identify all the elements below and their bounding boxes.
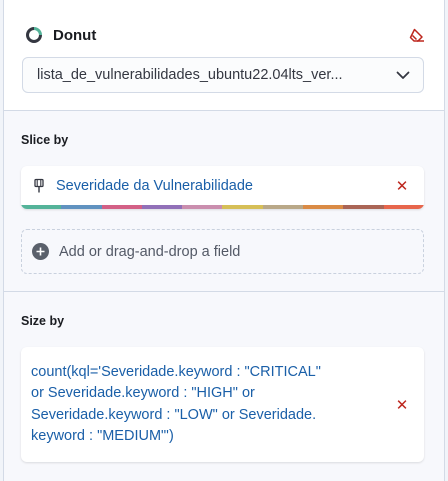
layer-header: Donut lista_de_vulnerabilidades_ubuntu22… bbox=[4, 0, 444, 111]
add-field-dropzone[interactable]: Add or drag-and-drop a field bbox=[21, 229, 424, 274]
data-view-select-value: lista_de_vulnerabilidades_ubuntu22.04lts… bbox=[37, 67, 343, 83]
slice-by-field-card[interactable]: Severidade da Vulnerabilidade ✕ bbox=[21, 166, 424, 209]
slice-by-section: Slice by Severidade da Vulnerabilidade ✕ bbox=[4, 111, 444, 292]
donut-chart-icon bbox=[26, 27, 42, 43]
size-by-field-card[interactable]: count(kql='Severidade.keyword : "CRITICA… bbox=[21, 347, 424, 462]
size-by-formula[interactable]: count(kql='Severidade.keyword : "CRITICA… bbox=[31, 362, 394, 448]
palette-swatch bbox=[21, 205, 62, 209]
eraser-icon[interactable] bbox=[408, 26, 426, 44]
palette-swatch bbox=[343, 205, 384, 209]
size-by-label: Size by bbox=[21, 314, 65, 328]
remove-slice-field-icon[interactable]: ✕ bbox=[394, 178, 410, 195]
chevron-down-icon bbox=[395, 67, 411, 83]
palette-swatch bbox=[61, 205, 102, 209]
slice-by-label: Slice by bbox=[21, 133, 69, 147]
layer-panel: Donut lista_de_vulnerabilidades_ubuntu22… bbox=[3, 0, 445, 481]
remove-size-field-icon[interactable]: ✕ bbox=[394, 397, 410, 414]
palette-swatch bbox=[303, 205, 344, 209]
slice-by-field-name[interactable]: Severidade da Vulnerabilidade bbox=[56, 178, 394, 194]
palette-swatch bbox=[141, 205, 183, 209]
layer-title: Donut bbox=[53, 26, 97, 44]
plus-circle-icon bbox=[32, 243, 49, 260]
palette-swatch bbox=[182, 205, 223, 209]
layer-title-row: Donut bbox=[26, 24, 426, 46]
add-field-label: Add or drag-and-drop a field bbox=[59, 243, 241, 260]
palette-swatch bbox=[222, 205, 263, 209]
slice-by-field-row: Severidade da Vulnerabilidade ✕ bbox=[21, 166, 424, 205]
palette-swatch bbox=[262, 205, 304, 209]
size-by-section: Size by count(kql='Severidade.keyword : … bbox=[4, 292, 444, 481]
palette-swatch bbox=[101, 205, 142, 209]
color-palette-strip bbox=[21, 205, 424, 209]
palette-swatch bbox=[383, 205, 424, 209]
data-view-select[interactable]: lista_de_vulnerabilidades_ubuntu22.04lts… bbox=[22, 57, 424, 93]
keyword-pin-icon bbox=[32, 178, 46, 194]
